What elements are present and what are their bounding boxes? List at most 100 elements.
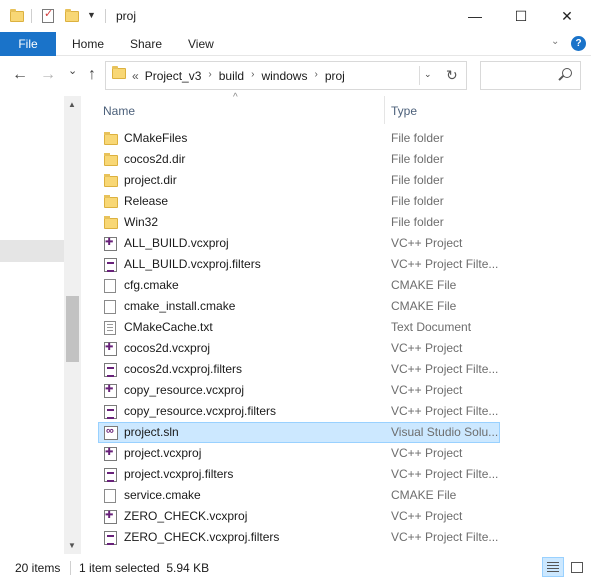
file-row[interactable]: project.sln Visual Studio Solu... <box>98 422 500 443</box>
scroll-down-icon[interactable]: ▼ <box>68 541 76 550</box>
search-icon <box>562 68 572 78</box>
refresh-button[interactable]: ↻ <box>446 67 458 84</box>
column-type[interactable]: Type <box>391 104 417 118</box>
chevron-right-icon[interactable]: › <box>251 69 254 83</box>
file-type: File folder <box>391 215 444 229</box>
navigation-bar: ← → ⌄ ↑ « Project_v3 › build › windows ›… <box>0 56 591 96</box>
maximize-button[interactable]: ☐ <box>498 0 544 32</box>
address-bar[interactable]: « Project_v3 › build › windows › proj ⌄ … <box>105 61 467 90</box>
tab-home[interactable]: Home <box>72 37 104 51</box>
scroll-up-icon[interactable]: ▲ <box>68 100 76 109</box>
file-row[interactable]: Release File folder <box>98 191 500 212</box>
file-row[interactable]: CMakeCache.txt Text Document <box>98 317 500 338</box>
file-list[interactable]: Name ^ Type CMakeFiles File folder cocos2d… <box>98 92 591 554</box>
breadcrumb-item[interactable]: build <box>219 69 244 83</box>
new-folder-icon[interactable] <box>65 8 79 24</box>
filters-file-icon <box>104 468 117 482</box>
vcxproj-icon <box>104 447 117 461</box>
search-input[interactable] <box>480 61 581 90</box>
overflow-icon[interactable]: « <box>132 69 139 83</box>
file-name: CMakeCache.txt <box>124 320 213 334</box>
expand-ribbon-icon[interactable]: ⌄ <box>551 36 559 47</box>
file-type: VC++ Project Filte... <box>391 257 499 271</box>
file-name: CMakeFiles <box>124 131 188 145</box>
file-row[interactable]: project.vcxproj.filters VC++ Project Filt… <box>98 464 500 485</box>
address-history-icon[interactable]: ⌄ <box>424 69 432 80</box>
column-divider[interactable] <box>384 96 385 124</box>
customize-quick-access-icon[interactable]: ▼ <box>87 7 96 23</box>
file-row[interactable]: ZERO_CHECK.vcxproj VC++ Project <box>98 506 500 527</box>
file-row[interactable]: ALL_BUILD.vcxproj.filters VC++ Project Fi… <box>98 254 500 275</box>
file-name: ALL_BUILD.vcxproj.filters <box>124 257 261 271</box>
file-row[interactable]: CMakeFiles File folder <box>98 128 500 149</box>
ribbon: File Home Share View ⌄ ? <box>0 32 591 56</box>
file-row[interactable]: ZERO_CHECK.vcxproj.filters VC++ Project F… <box>98 527 500 548</box>
file-type: VC++ Project <box>391 341 463 355</box>
file-name: ZERO_CHECK.vcxproj <box>124 509 248 523</box>
close-button[interactable]: ✕ <box>544 0 590 32</box>
file-name: Win32 <box>124 215 159 229</box>
large-icons-view-button[interactable] <box>566 557 588 577</box>
tab-view[interactable]: View <box>188 37 214 51</box>
filters-file-icon <box>104 405 117 419</box>
file-row[interactable]: copy_resource.vcxproj VC++ Project <box>98 380 500 401</box>
divider <box>105 9 106 23</box>
file-row[interactable]: cocos2d.dir File folder <box>98 149 500 170</box>
nav-pane-scrollbar[interactable]: ▲ ▼ <box>64 96 81 554</box>
filters-file-icon <box>104 258 117 272</box>
tab-file[interactable]: File <box>0 32 56 56</box>
details-view-button[interactable] <box>542 557 564 577</box>
divider <box>419 66 420 85</box>
file-type: VC++ Project Filte... <box>391 404 499 418</box>
details-view-icon <box>547 562 559 572</box>
large-icons-icon <box>571 562 583 573</box>
file-row[interactable]: service.cmake CMAKE File <box>98 485 500 506</box>
file-row[interactable]: project.dir File folder <box>98 170 500 191</box>
file-type: VC++ Project Filte... <box>391 362 499 376</box>
file-type: VC++ Project Filte... <box>391 530 499 544</box>
help-icon[interactable]: ? <box>571 36 586 51</box>
breadcrumb-item[interactable]: proj <box>325 69 345 83</box>
vcxproj-icon <box>104 342 117 356</box>
breadcrumb: « Project_v3 › build › windows › proj <box>132 69 345 83</box>
text-file-icon <box>104 321 116 335</box>
file-row[interactable]: copy_resource.vcxproj.filters VC++ Projec… <box>98 401 500 422</box>
window-title: proj <box>116 9 137 23</box>
file-row[interactable]: cocos2d.vcxproj.filters VC++ Project Filt… <box>98 359 500 380</box>
breadcrumb-item[interactable]: windows <box>261 69 307 83</box>
file-name: cfg.cmake <box>124 278 179 292</box>
forward-button[interactable]: → <box>40 66 56 84</box>
column-header: Name ^ Type <box>98 92 591 126</box>
file-row[interactable]: cocos2d.vcxproj VC++ Project <box>98 338 500 359</box>
file-row[interactable]: project.vcxproj VC++ Project <box>98 443 500 464</box>
file-name: cocos2d.vcxproj <box>124 341 211 355</box>
file-row[interactable]: cfg.cmake CMAKE File <box>98 275 500 296</box>
up-button[interactable]: ↑ <box>88 66 96 84</box>
file-type: VC++ Project Filte... <box>391 467 499 481</box>
chevron-right-icon[interactable]: › <box>208 69 211 83</box>
filters-file-icon <box>104 363 117 377</box>
scrollbar-thumb[interactable] <box>66 296 79 362</box>
folder-icon <box>104 132 118 145</box>
breadcrumb-item[interactable]: Project_v3 <box>145 69 202 83</box>
column-name[interactable]: Name <box>103 104 135 118</box>
tab-share[interactable]: Share <box>130 37 162 51</box>
folder-icon <box>112 66 126 79</box>
file-row[interactable]: cmake_install.cmake CMAKE File <box>98 296 500 317</box>
divider <box>70 561 71 575</box>
file-row[interactable]: ALL_BUILD.vcxproj VC++ Project <box>98 233 500 254</box>
chevron-right-icon[interactable]: › <box>314 69 317 83</box>
minimize-button[interactable]: — <box>452 0 498 32</box>
back-button[interactable]: ← <box>12 66 28 84</box>
properties-icon[interactable] <box>42 7 54 24</box>
file-icon <box>104 279 116 293</box>
status-bar: 20 items 1 item selected 5.94 KB <box>0 554 591 580</box>
folder-icon <box>104 195 118 208</box>
file-type: Text Document <box>391 320 472 334</box>
folder-icon <box>104 153 118 166</box>
recent-locations-button[interactable]: ⌄ <box>68 64 77 77</box>
title-bar: ▼ proj — ☐ ✕ <box>0 0 591 32</box>
file-row[interactable]: Win32 File folder <box>98 212 500 233</box>
sort-ascending-icon: ^ <box>233 92 238 103</box>
file-name: Release <box>124 194 169 208</box>
